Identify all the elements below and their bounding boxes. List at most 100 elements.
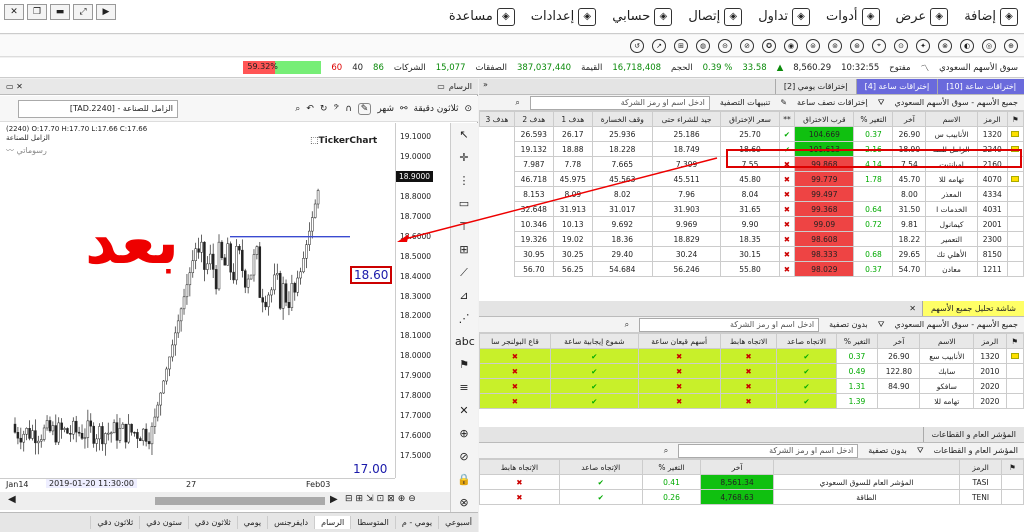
bottom-tab-3[interactable]: الرسام (314, 516, 351, 529)
draw-tool-6[interactable]: ⟋ (455, 266, 473, 284)
tab-analysis[interactable]: شاشة تحليل جميع الأسهم (921, 301, 1024, 316)
column-header[interactable]: شموع إيجابية ساعة (549, 333, 639, 349)
column-header[interactable]: الرمز (973, 333, 1007, 349)
toolbar-icon-16[interactable]: ↗ (652, 38, 666, 53)
column-header[interactable]: الرمز (959, 459, 1002, 475)
table-row[interactable]: 2010 سابك 122.80 0.49 ✔ ✖ ✖ ✔ ✖ (479, 363, 1024, 379)
market-select-2[interactable]: جميع الأسهم - سوق الأسهم السعودي (895, 320, 1019, 329)
filter-select-2[interactable]: بدون تصفية (829, 320, 868, 329)
toolbar-icon-3[interactable]: ⊗ (938, 38, 952, 53)
column-header[interactable]: آخر (877, 333, 921, 349)
tab-close-icon[interactable]: ✕ (909, 304, 916, 313)
toolbar-icon-15[interactable]: ⊞ (674, 38, 688, 53)
toolbar-icon-6[interactable]: ⌖ (872, 38, 886, 53)
toolbar-icon-0[interactable]: ⊕ (1004, 38, 1018, 53)
column-header[interactable]: الاتجاه صاعد (776, 333, 837, 349)
menu-item-4[interactable]: ◈ إتصال (688, 7, 743, 26)
chart-search-icon[interactable]: ⌕ (295, 104, 300, 114)
panel-collapse-icon[interactable]: ▭ ✕ (6, 82, 23, 91)
search-icon-3[interactable]: ⌕ (664, 446, 668, 456)
price-chart[interactable]: (2240) O:17.70 H:17.70 L:17.66 C:17.66 ا… (0, 123, 395, 478)
pen-icon[interactable]: ✎ (357, 102, 372, 115)
column-header[interactable]: هدف 3 (479, 111, 515, 127)
scroll-right-button[interactable]: ▶ (330, 494, 338, 505)
column-header[interactable]: التغير % (641, 459, 702, 475)
tab-hourly-10[interactable]: إختراقات ساعة [10] (937, 79, 1024, 94)
bottom-tab-7[interactable]: ستون دقي (139, 516, 188, 529)
toolbar-icon-10[interactable]: ◉ (784, 38, 798, 53)
restore-button[interactable]: ❐ (27, 4, 47, 20)
table-row[interactable]: TASI المؤشر العام للسوق السعودي 8,561.34 0.… (479, 474, 1024, 490)
bottom-tab-1[interactable]: يومي - م (394, 516, 438, 529)
search-icon[interactable]: ⌕ (515, 98, 519, 108)
draw-tool-0[interactable]: ↖ (455, 128, 473, 146)
toolbar-icon-11[interactable]: ✪ (762, 38, 776, 53)
column-header[interactable]: سعر الإختراق (720, 111, 780, 127)
column-header[interactable]: التغير % (835, 333, 879, 349)
toolbar-icon-5[interactable]: ⊙ (894, 38, 908, 53)
column-header[interactable]: قاع البولنجر سا (479, 333, 551, 349)
market-select-3[interactable]: المؤشر العام و القطاعات (934, 446, 1018, 455)
column-header[interactable]: آخر (892, 111, 927, 127)
toolbar-icon-13[interactable]: ⊝ (718, 38, 732, 53)
tab-index[interactable]: المؤشر العام و القطاعات (922, 427, 1024, 442)
symbol-search-input[interactable]: [TAD.2240] - الزامل للصناعة (18, 100, 178, 118)
fullscreen-button[interactable]: ⤢ (73, 4, 93, 20)
toolbar-icon-4[interactable]: ✦ (916, 38, 930, 53)
toolbar-icon-7[interactable]: ⊛ (850, 38, 864, 53)
column-header[interactable] (772, 459, 961, 475)
table-row[interactable]: 1320 الأنابيب سع 26.90 0.37 ✔ ✖ ✖ ✔ ✖ (479, 348, 1024, 364)
column-header[interactable]: الرمز (976, 111, 1008, 127)
column-header[interactable]: الاسم (925, 111, 978, 127)
column-header[interactable]: أسهم قيعان ساعة (637, 333, 721, 349)
analysis-search-input[interactable]: ادخل اسم او رمز الشركة (639, 317, 820, 332)
menu-item-2[interactable]: ◈ أدوات (826, 7, 880, 26)
bottom-tab-0[interactable]: أسبوعي (438, 516, 478, 529)
column-header[interactable]: ** (778, 111, 796, 127)
toolbar-icon-17[interactable]: ↺ (630, 38, 644, 53)
alerts-button[interactable]: تنبيهات التصفية (720, 98, 770, 107)
menu-item-7[interactable]: ◈ مساعدة (449, 7, 515, 26)
scanner-search-input[interactable]: ادخل اسم او رمز الشركة (529, 95, 710, 110)
menu-item-6[interactable]: ◈ إعدادات (531, 7, 597, 26)
draw-tool-14[interactable]: ⊘ (455, 450, 473, 468)
toolbar-icon-9[interactable]: ⊜ (806, 38, 820, 53)
column-header[interactable]: الاسم (919, 333, 975, 349)
draw-tool-9[interactable]: abc (455, 335, 475, 353)
draw-tool-11[interactable]: ≡ (455, 381, 473, 399)
column-header[interactable]: جيد للشراء حتى (651, 111, 722, 127)
bottom-tab-4[interactable]: دايفرجنس (267, 516, 314, 529)
compare-icon[interactable]: 𝄢 (333, 104, 339, 114)
draw-tool-10[interactable]: ⚑ (455, 358, 473, 376)
table-row[interactable]: TENI الطاقة 4,768.63 0.26 ✔ ✖ (479, 489, 1024, 505)
toolbar-icon-14[interactable]: ◍ (696, 38, 710, 53)
column-header[interactable]: قرب الاختراق (794, 111, 855, 127)
index-search-input[interactable]: ادخل اسم او رمز الشركة (678, 443, 859, 458)
draw-tool-12[interactable]: ✕ (455, 404, 473, 422)
close-button[interactable]: ✕ (4, 4, 24, 20)
column-header[interactable]: هدف 2 (513, 111, 554, 127)
filter-select[interactable]: إختراقات نصف ساعة (797, 98, 868, 107)
undo-icon[interactable]: ↶ (306, 104, 314, 114)
menu-item-1[interactable]: ◈ عرض (896, 7, 949, 26)
bottom-tab-8[interactable]: ثلاثون دقي (90, 516, 139, 529)
zoom-controls[interactable]: ⊟⊞⇲⊡⊠⊕⊖ (345, 494, 419, 504)
magnet-icon[interactable]: ∩ (345, 104, 352, 114)
market-select[interactable]: جميع الأسهم - سوق الأسهم السعودي (895, 98, 1019, 107)
tab-daily-2[interactable]: إختراقات يومي [2] (774, 79, 856, 94)
toolbar-icon-2[interactable]: ◐ (960, 38, 974, 53)
draw-tool-8[interactable]: ⋰ (455, 312, 473, 330)
menu-item-5[interactable]: ◈ حسابي (612, 7, 673, 26)
filter-select-3[interactable]: بدون تصفية (868, 446, 907, 455)
menu-item-0[interactable]: ◈ إضافة (964, 7, 1018, 26)
table-row[interactable]: 1211 معادن 54.70 0.37 98.029 ✖ 55.80 56.246 54.6… (480, 261, 1024, 277)
table-row[interactable]: 2020 تهامه للا 1.39 ✔ ✖ ✖ ✔ ✖ (479, 393, 1024, 409)
period-select[interactable]: ثلاثون دقيقة (414, 104, 459, 114)
expand-icon[interactable]: » (483, 80, 488, 89)
table-row[interactable]: 2020 سافكو 84.90 1.31 ✔ ✖ ✖ ✔ ✖ (479, 378, 1024, 394)
search-icon-2[interactable]: ⌕ (625, 320, 629, 330)
column-header[interactable]: وقف الخسارة (591, 111, 653, 127)
menu-item-3[interactable]: ◈ تداول (758, 7, 811, 26)
toolbar-icon-8[interactable]: ⊚ (828, 38, 842, 53)
video-icon[interactable]: ▶ (96, 4, 116, 20)
